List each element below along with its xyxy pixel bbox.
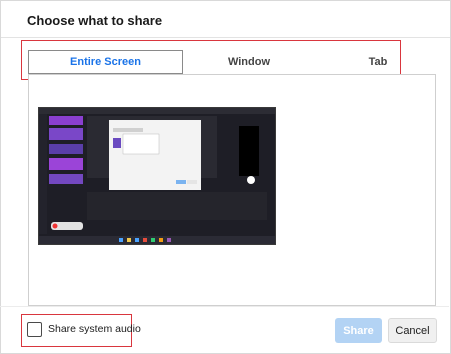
header-divider (1, 37, 450, 38)
tab-window[interactable]: Window (184, 50, 314, 74)
share-button[interactable]: Share (335, 318, 382, 343)
dialog-title: Choose what to share (27, 13, 163, 28)
tab-entire-screen[interactable]: Entire Screen (28, 50, 183, 74)
share-system-audio-checkbox[interactable] (27, 322, 42, 337)
screen-preview-thumbnail[interactable] (38, 107, 276, 245)
tab-tab[interactable]: Tab (318, 50, 438, 74)
cancel-button[interactable]: Cancel (388, 318, 437, 343)
screen-thumbnail-image (39, 108, 275, 244)
footer-divider (0, 306, 449, 307)
share-system-audio-label[interactable]: Share system audio (48, 323, 141, 335)
